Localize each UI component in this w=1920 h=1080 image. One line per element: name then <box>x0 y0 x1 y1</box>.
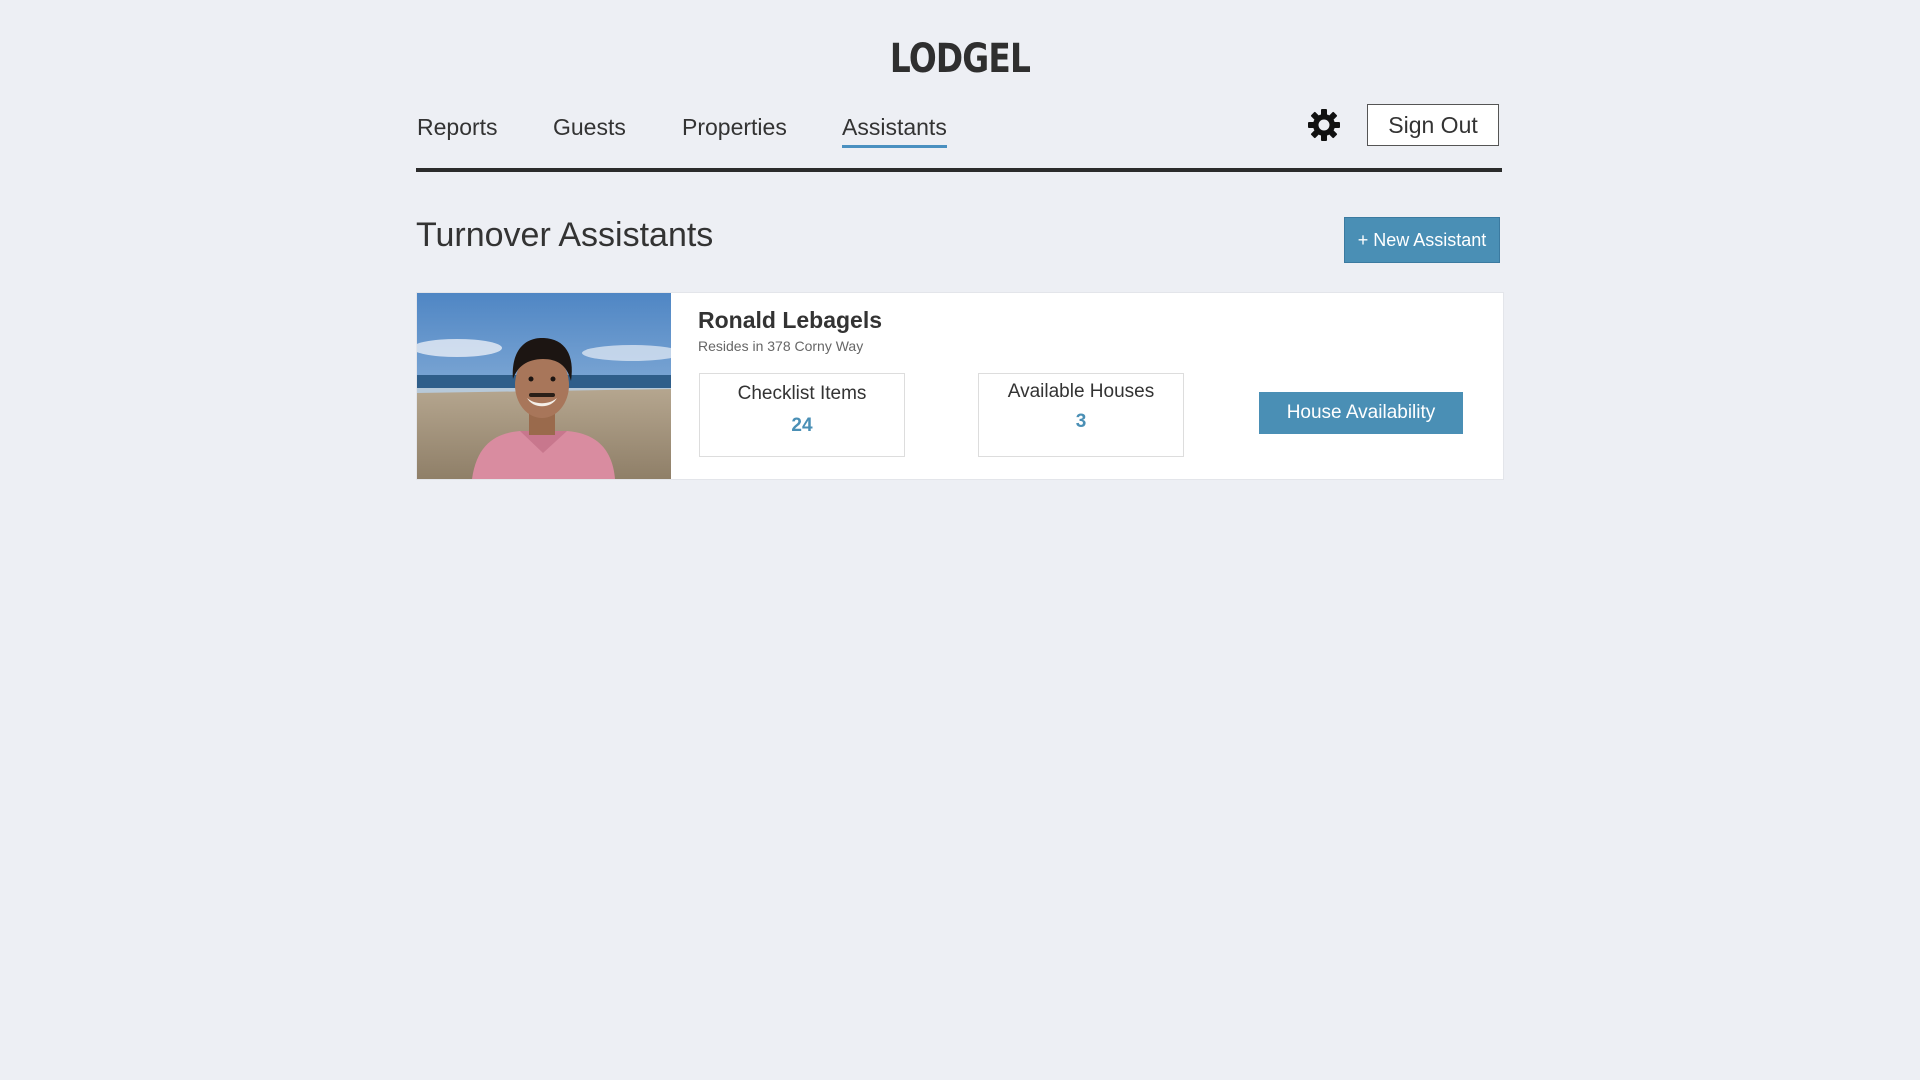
nav-item-guests[interactable]: Guests <box>553 114 626 145</box>
new-assistant-button[interactable]: + New Assistant <box>1344 217 1500 263</box>
nav-item-assistants[interactable]: Assistants <box>842 114 947 148</box>
page-title: Turnover Assistants <box>416 216 714 254</box>
app-logo: LODGEL <box>889 36 1031 82</box>
available-houses-stat: Available Houses 3 <box>978 373 1184 457</box>
assistant-address: Resides in 378 Corny Way <box>698 338 864 354</box>
assistant-photo <box>417 293 671 479</box>
stat-value: 24 <box>791 415 813 436</box>
sign-out-button[interactable]: Sign Out <box>1367 104 1499 146</box>
stat-value: 3 <box>1075 411 1087 432</box>
gear-icon[interactable] <box>1306 107 1342 143</box>
page: LODGEL Reports Guests Properties Assista… <box>0 0 1920 1080</box>
main-nav: Reports Guests Properties Assistants Sig… <box>416 100 1502 172</box>
nav-item-properties[interactable]: Properties <box>682 114 787 145</box>
house-availability-button[interactable]: House Availability <box>1259 392 1463 434</box>
stat-label: Available Houses <box>1007 381 1155 402</box>
checklist-items-stat: Checklist Items 24 <box>699 373 905 457</box>
stat-label: Checklist Items <box>737 383 867 404</box>
assistant-name: Ronald Lebagels <box>698 307 883 333</box>
assistant-card: Ronald Lebagels Resides in 378 Corny Way… <box>416 292 1504 480</box>
nav-item-reports[interactable]: Reports <box>417 114 498 145</box>
